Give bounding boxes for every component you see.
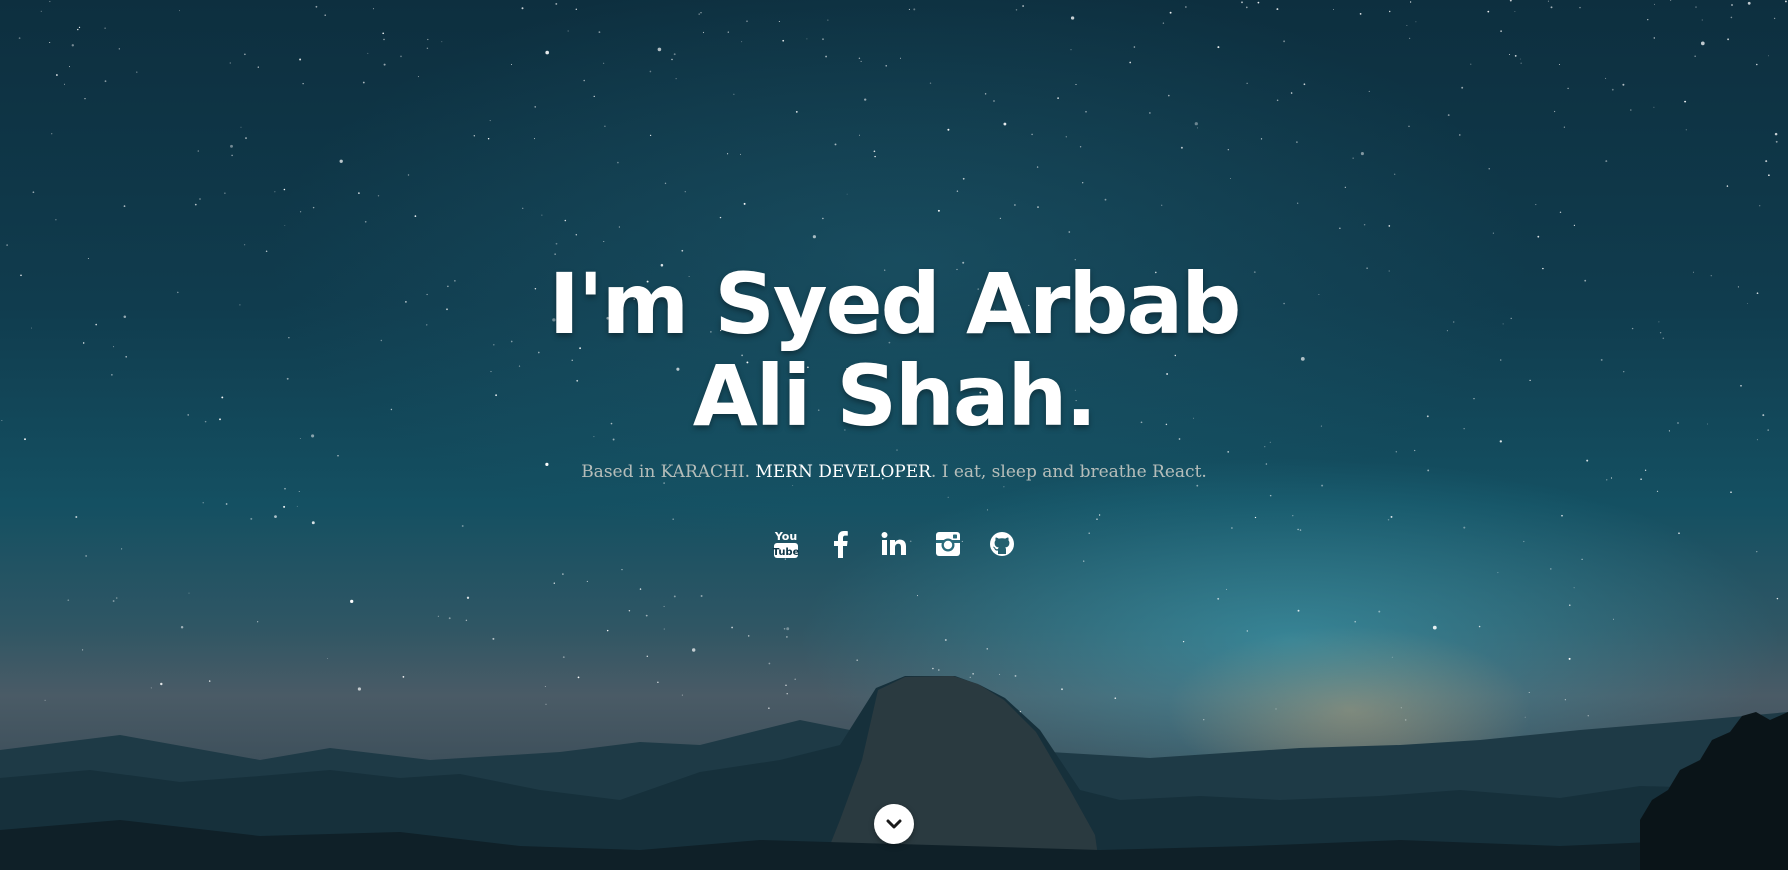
tagline-role: MERN DEVELOPER (755, 462, 931, 482)
linkedin-link[interactable] (878, 528, 910, 560)
social-item-instagram (932, 528, 964, 560)
instagram-icon (936, 532, 960, 556)
chevron-down-icon (886, 819, 902, 829)
hero-section: I'm Syed Arbab Ali Shah. Based in KARACH… (0, 0, 1788, 870)
github-link[interactable] (986, 528, 1018, 560)
scroll-down-button[interactable] (874, 804, 914, 844)
tagline-location: Based in KARACHI. (581, 462, 756, 482)
social-item-facebook (824, 528, 856, 560)
social-links: You Tube (0, 528, 1788, 560)
social-item-youtube: You Tube (770, 528, 802, 560)
linkedin-icon (881, 532, 906, 555)
facebook-icon (834, 531, 848, 558)
github-icon (990, 532, 1014, 556)
page-title: I'm Syed Arbab Ali Shah. (548, 255, 1242, 445)
tagline-motto: . I eat, sleep and breathe React. (930, 462, 1207, 482)
svg-text:You: You (774, 530, 797, 543)
youtube-icon: You Tube (773, 530, 800, 558)
svg-text:Tube: Tube (773, 547, 800, 558)
social-item-linkedin (878, 528, 910, 560)
social-item-github (986, 528, 1018, 560)
instagram-link[interactable] (932, 528, 964, 560)
intro-banner: I'm Syed Arbab Ali Shah. Based in KARACH… (0, 0, 1788, 870)
facebook-link[interactable] (824, 528, 856, 560)
tagline: Based in KARACHI. MERN DEVELOPER. I eat,… (394, 462, 1394, 482)
youtube-link[interactable]: You Tube (770, 528, 802, 560)
